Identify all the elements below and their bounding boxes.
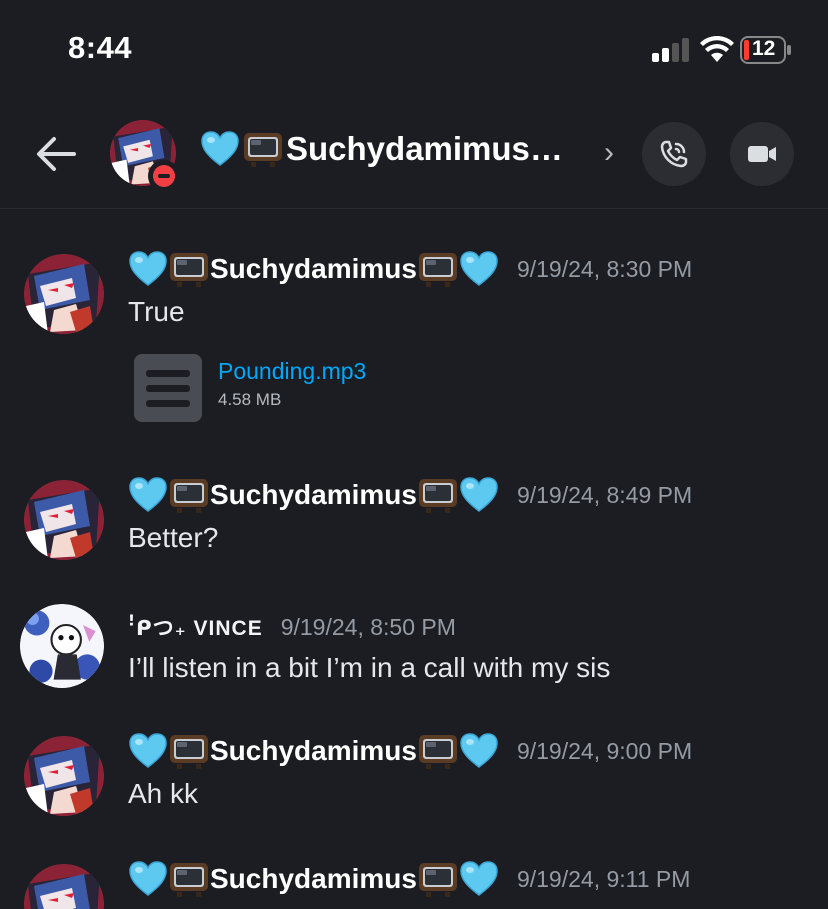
attachment-filename[interactable]: Pounding.mp3 [218, 358, 366, 385]
television-icon [417, 860, 459, 898]
television-icon [168, 732, 210, 770]
author-name[interactable]: ꜝᑭつ₊ VINCE [128, 612, 263, 642]
message-text: I’ll listen in a bit I’m in a call with … [128, 652, 611, 683]
television-icon [417, 732, 459, 770]
author-name[interactable]: Suchydamimus [210, 253, 417, 285]
avatar[interactable] [20, 604, 104, 688]
blue-heart-icon [459, 476, 499, 514]
chevron-right-icon[interactable]: › [604, 136, 614, 170]
message-timestamp: 9/19/24, 9:00 PM [516, 737, 693, 764]
message-text: Ah kk [128, 778, 199, 809]
document-icon [134, 354, 202, 422]
avatar[interactable] [24, 254, 104, 334]
message-text: Better? [128, 522, 219, 553]
avatar[interactable] [24, 736, 104, 816]
author-name[interactable]: Suchydamimus [210, 735, 417, 767]
television-icon [417, 476, 459, 514]
status-time: 8:44 [68, 30, 133, 65]
message-header: Suchydamimus 9/19/24, 9:00 PM [128, 732, 692, 770]
message-group: Suchydamimus 9/19/24, 9:11 PM [0, 840, 828, 909]
battery-level: 12 [752, 37, 776, 60]
blue-heart-icon [128, 860, 168, 898]
attachment-size: 4.58 MB [218, 390, 282, 409]
video-call-button[interactable] [730, 122, 794, 186]
message-text: True [128, 296, 185, 327]
blue-heart-icon [459, 732, 499, 770]
avatar[interactable] [24, 864, 104, 909]
do-not-disturb-status-icon [148, 160, 180, 192]
battery-indicator: 12 [740, 36, 792, 64]
author-name[interactable]: Suchydamimus [210, 479, 417, 511]
message-header: ꜝᑭつ₊ VINCE 9/19/24, 8:50 PM [128, 612, 456, 642]
voice-call-button[interactable] [642, 122, 706, 186]
message-timestamp: 9/19/24, 8:50 PM [280, 613, 456, 640]
television-icon [168, 860, 210, 898]
channel-name: Suchydamimus… [286, 130, 563, 167]
television-icon [417, 250, 459, 288]
blue-heart-icon [459, 250, 499, 288]
message-header: Suchydamimus 9/19/24, 9:11 PM [128, 860, 690, 898]
cellular-signal-icon [652, 38, 689, 62]
blue-heart-icon [128, 250, 168, 288]
blue-heart-icon [128, 476, 168, 514]
message-timestamp: 9/19/24, 9:11 PM [516, 865, 691, 892]
television-icon [168, 250, 210, 288]
message-timestamp: 9/19/24, 8:49 PM [516, 481, 693, 508]
television-icon [168, 476, 210, 514]
avatar[interactable] [24, 480, 104, 560]
blue-heart-icon [128, 732, 168, 770]
message-header: Suchydamimus 9/19/24, 8:30 PM [128, 250, 692, 288]
message-header: Suchydamimus 9/19/24, 8:49 PM [128, 476, 692, 514]
arrow-left-icon[interactable] [34, 134, 78, 174]
wifi-icon [700, 36, 734, 62]
video-camera-icon [748, 146, 776, 162]
channel-header: Suchydamimus… › [0, 100, 828, 209]
message-timestamp: 9/19/24, 8:30 PM [516, 255, 693, 282]
television-icon [242, 130, 284, 168]
channel-title[interactable]: Suchydamimus… [200, 130, 563, 168]
status-bar: 8:44 12 [0, 0, 828, 100]
blue-heart-icon [200, 130, 240, 168]
author-name[interactable]: Suchydamimus [210, 863, 417, 895]
blue-heart-icon [459, 860, 499, 898]
phone-call-icon [660, 140, 688, 168]
file-attachment[interactable]: Pounding.mp3 4.58 MB [128, 350, 388, 430]
